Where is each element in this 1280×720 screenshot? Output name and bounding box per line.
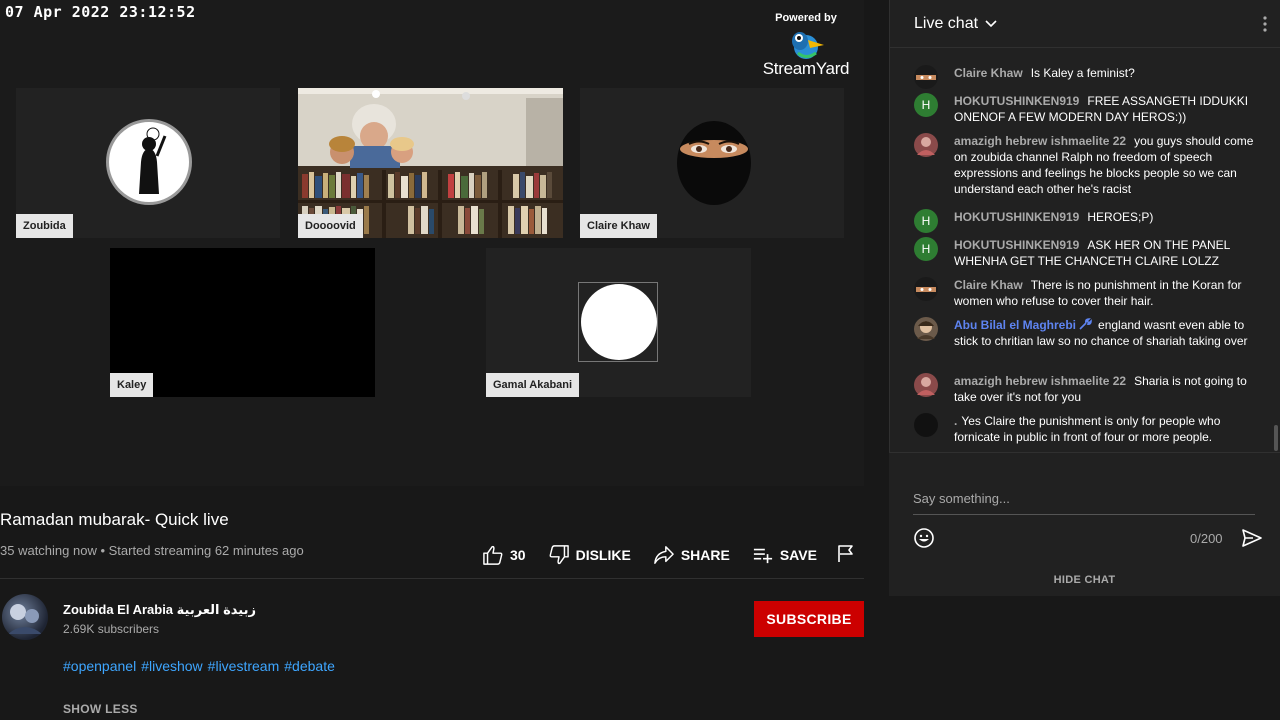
chat-message: H HOKUTUSHINKEN919 HEROES;P) xyxy=(914,209,1259,233)
chat-author[interactable]: amazigh hebrew ishmaelite 22 xyxy=(954,134,1126,148)
thumbs-up-icon xyxy=(483,545,503,565)
hide-chat-button[interactable]: HIDE CHAT xyxy=(889,574,1280,586)
chat-author[interactable]: HOKUTUSHINKEN919 xyxy=(954,238,1079,252)
participant-label: Gamal Akabani xyxy=(486,373,580,397)
hashtag-link[interactable]: #debate xyxy=(284,658,335,674)
chat-message: Abu Bilal el Maghrebi england wasnt even … xyxy=(914,317,1259,349)
chat-author-avatar xyxy=(914,317,938,341)
show-less-button[interactable]: SHOW LESS xyxy=(63,702,138,716)
subscribe-button[interactable]: SUBSCRIBE xyxy=(754,601,864,637)
chevron-down-icon xyxy=(985,19,997,27)
participant-tile-zoubida: Zoubida xyxy=(16,88,280,238)
share-icon xyxy=(653,546,674,564)
emoji-button[interactable] xyxy=(913,527,935,554)
streamyard-name: StreamYard xyxy=(762,59,850,78)
channel-avatar[interactable] xyxy=(2,594,48,640)
video-actions: 30 DISLIKE SHARE SAVE xyxy=(482,544,839,566)
send-button[interactable] xyxy=(1241,528,1263,553)
chat-text: Is Kaley a feminist? xyxy=(1030,66,1135,80)
chat-message: . Yes Claire the punishment is only for p… xyxy=(914,413,1259,445)
hashtag-link[interactable]: #openpanel xyxy=(63,658,136,674)
chat-message: H HOKUTUSHINKEN919 FREE ASSANGETH IDDUKKI… xyxy=(914,93,1259,125)
video-title: Ramadan mubarak- Quick live xyxy=(0,510,229,529)
chat-input-area: Say something... 0/200 HIDE CHAT xyxy=(889,452,1280,596)
video-meta: 35 watching now • Started streaming 62 m… xyxy=(0,543,304,558)
chat-author[interactable]: . xyxy=(954,414,957,428)
chat-header: Live chat xyxy=(890,0,1280,48)
chat-author-avatar xyxy=(914,413,938,437)
like-button[interactable]: 30 xyxy=(482,545,526,565)
chat-message: H HOKUTUSHINKEN919 ASK HER ON THE PANEL W… xyxy=(914,237,1259,269)
chat-message: amazigh hebrew ishmaelite 22 Sharia is no… xyxy=(914,373,1259,405)
save-button[interactable]: SAVE xyxy=(752,545,817,565)
claire-khaw-avatar xyxy=(677,121,751,205)
share-label: SHARE xyxy=(680,547,730,563)
hashtag-link[interactable]: #livestream xyxy=(208,658,280,674)
chat-message: Claire Khaw Is Kaley a feminist? xyxy=(914,65,1259,89)
chat-author-moderator[interactable]: Abu Bilal el Maghrebi xyxy=(954,318,1076,332)
participant-tile-gamal-akabani: Gamal Akabani xyxy=(486,248,751,397)
chat-author-avatar xyxy=(914,373,938,397)
playlist-add-icon xyxy=(753,548,772,564)
participant-label: Doooovid xyxy=(298,214,363,238)
chat-author-avatar xyxy=(914,133,938,157)
chat-author-avatar: H xyxy=(914,209,938,233)
chat-message: Claire Khaw There is no punishment in the… xyxy=(914,277,1259,309)
zoubida-avatar xyxy=(106,119,192,205)
character-count: 0/200 xyxy=(1190,531,1223,546)
powered-by-label: Powered by xyxy=(775,12,837,24)
chat-author[interactable]: Claire Khaw xyxy=(954,66,1023,80)
save-label: SAVE xyxy=(779,547,817,563)
subscriber-count: 2.69K subscribers xyxy=(63,622,160,636)
flag-icon xyxy=(838,545,853,562)
participant-tile-claire-khaw: Claire Khaw xyxy=(580,88,844,238)
share-button[interactable]: SHARE xyxy=(653,545,730,565)
dislike-button[interactable]: DISLIKE xyxy=(548,545,631,565)
chat-author[interactable]: amazigh hebrew ishmaelite 22 xyxy=(954,374,1126,388)
wrench-icon xyxy=(1079,318,1092,330)
gamal-akabani-avatar xyxy=(578,282,658,362)
chat-scrollbar[interactable] xyxy=(1274,425,1278,451)
participant-tile-kaley: Kaley xyxy=(110,248,375,397)
chat-text: Yes Claire the punishment is only for pe… xyxy=(954,414,1221,444)
divider xyxy=(0,578,864,579)
thumbs-down-icon xyxy=(549,545,569,565)
chat-author-avatar: H xyxy=(914,237,938,261)
chat-author[interactable]: Claire Khaw xyxy=(954,278,1023,292)
streamyard-branding: Powered by StreamYard xyxy=(756,12,856,79)
chat-mode-selector[interactable]: Live chat xyxy=(914,15,998,33)
chat-author-avatar xyxy=(914,277,938,301)
streamyard-logo-icon xyxy=(786,27,826,61)
chat-author[interactable]: HOKUTUSHINKEN919 xyxy=(954,94,1079,108)
chat-message: amazigh hebrew ishmaelite 22 you guys sho… xyxy=(914,133,1259,197)
chat-author-avatar xyxy=(914,65,938,89)
avatar-placeholder xyxy=(581,284,657,360)
stream-timestamp: 07 Apr 2022 23:12:52 xyxy=(5,3,196,21)
participant-label: Zoubida xyxy=(16,214,73,238)
chat-author[interactable]: HOKUTUSHINKEN919 xyxy=(954,210,1079,224)
chat-title: Live chat xyxy=(914,14,979,32)
emoji-icon xyxy=(914,528,934,548)
report-button[interactable] xyxy=(837,545,855,568)
chat-message-input[interactable]: Say something... xyxy=(913,491,1255,515)
chat-author-avatar: H xyxy=(914,93,938,117)
hashtags: #openpanel #liveshow #livestream #debate xyxy=(63,658,340,674)
more-options-icon[interactable] xyxy=(1263,16,1267,37)
channel-name[interactable]: Zoubida El Arabia زبيدة العربية xyxy=(63,602,256,618)
dislike-label: DISLIKE xyxy=(575,547,631,563)
send-icon xyxy=(1242,529,1262,547)
chat-text: HEROES;P) xyxy=(1087,210,1154,224)
hashtag-link[interactable]: #liveshow xyxy=(141,658,202,674)
video-player[interactable]: 07 Apr 2022 23:12:52 Powered by StreamYa… xyxy=(0,0,864,486)
participant-label: Claire Khaw xyxy=(580,214,657,238)
like-count: 30 xyxy=(510,547,526,563)
participant-label: Kaley xyxy=(110,373,154,397)
participant-tile-doooovid: Doooovid xyxy=(298,88,563,238)
chat-message-list[interactable]: Claire Khaw Is Kaley a feminist? H HOKUTU… xyxy=(890,49,1280,453)
